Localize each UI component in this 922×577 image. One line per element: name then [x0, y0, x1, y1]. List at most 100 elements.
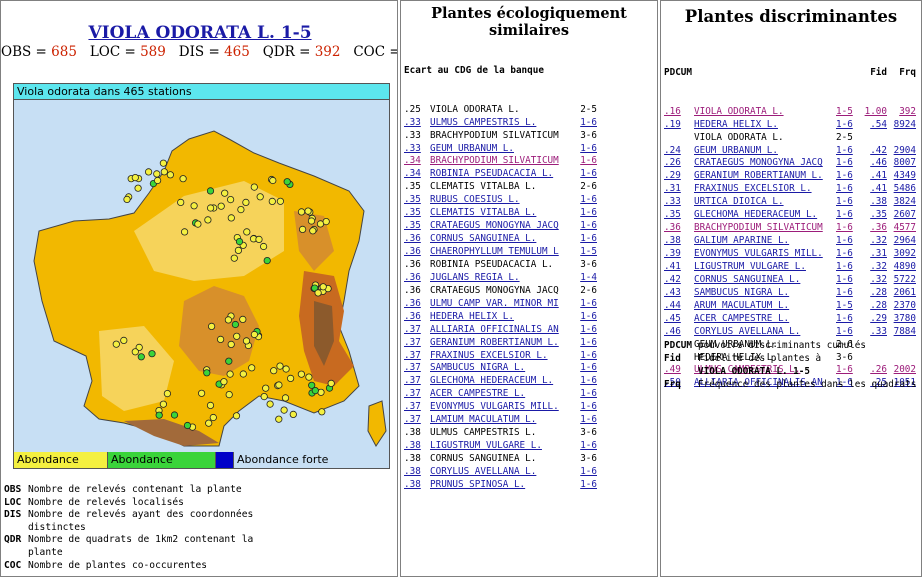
station-dot — [298, 225, 307, 233]
discriminant-row[interactable]: .43 SAMBUCUS NIGRA L. 1-6 .28 2061 — [664, 287, 916, 300]
similar-distance: .36 — [404, 310, 421, 322]
similar-row[interactable]: .35 RUBUS COESIUS L. 1-6 — [404, 194, 597, 207]
station-dot — [268, 197, 276, 206]
station-dot — [256, 193, 264, 201]
discriminant-row[interactable]: .39 EVONYMUS VULGARIS MILL. 1-6 .31 3092 — [664, 248, 916, 261]
discriminant-row[interactable]: .44 ARUM MACULATUM L. 1-5 .28 2370 — [664, 300, 916, 313]
similar-plant-name[interactable]: ALLIARIA OFFICINALIS AN — [430, 324, 575, 337]
similar-row[interactable]: .36 ULMU CAMP VAR. MINOR MI 1-6 — [404, 298, 597, 311]
discriminant-plant-name[interactable]: GEUM URBANUM L. — [694, 145, 836, 158]
similar-plant-name[interactable]: LAMIUM MACULATUM L. — [430, 414, 575, 427]
similar-row[interactable]: .37 GERANIUM ROBERTIANUM L. 1-6 — [404, 337, 597, 350]
similar-plant-name[interactable]: CORNUS SANGUINEA L. — [430, 233, 575, 246]
similar-plant-name[interactable]: FRAXINUS EXCELSIOR L. — [430, 350, 575, 363]
discriminant-plant-name[interactable]: HEDERA HELIX L. — [694, 119, 836, 132]
similar-plant-name[interactable]: ULMUS CAMPESTRIS L. — [430, 117, 575, 130]
similar-plant-name[interactable]: CRATAEGUS MONOGYNA JACQ — [430, 220, 575, 233]
note-text: Fréquence des plantes dans les quadrats — [698, 378, 917, 390]
similar-plant-name: ULMUS CAMPESTRIS L. — [430, 427, 537, 439]
discriminant-plant-name[interactable]: EVONYMUS VULGARIS MILL. — [694, 248, 836, 261]
similar-plant-name[interactable]: ROBINIA PSEUDACACIA L. — [430, 168, 575, 181]
discriminant-plant-name[interactable]: CORNUS SANGUINEA L. — [694, 274, 836, 287]
species-title-link[interactable]: VIOLA ODORATA L. 1-5 — [1, 23, 397, 43]
discriminant-row[interactable]: .16 VIOLA ODORATA L. 1-5 1.00 392 — [664, 106, 916, 119]
similar-row[interactable]: .37 GLECHOMA HEDERACEUM L. 1-6 — [404, 375, 597, 388]
discriminant-row[interactable]: .31 FRAXINUS EXCELSIOR L. 1-6 .41 5486 — [664, 183, 916, 196]
discriminant-plant-name[interactable]: VIOLA ODORATA L. — [694, 106, 836, 119]
similar-row[interactable]: .36 JUGLANS REGIA L. 1-4 — [404, 272, 597, 285]
similar-row[interactable]: .34 BRACHYPODIUM SILVATICUM 1-6 — [404, 155, 597, 168]
similar-plant-name[interactable]: PRUNUS SPINOSA L. — [430, 479, 575, 492]
similar-row[interactable]: .35 CLEMATIS VITALBA L. 1-6 — [404, 207, 597, 220]
discriminant-row[interactable]: .24 GEUM URBANUM L. 1-6 .42 2904 — [664, 145, 916, 158]
discriminant-row[interactable]: .33 URTICA DIOICA L. 1-6 .38 3824 — [664, 196, 916, 209]
discriminant-plant-name[interactable]: URTICA DIOICA L. — [694, 196, 836, 209]
similar-row[interactable]: .33 ULMUS CAMPESTRIS L. 1-6 — [404, 117, 597, 130]
discriminant-row[interactable]: .36 BRACHYPODIUM SILVATICUM 1-6 .36 4577 — [664, 222, 916, 235]
similar-plant-name[interactable]: GERANIUM ROBERTIANUM L. — [430, 337, 575, 350]
discriminant-plant-name[interactable]: BRACHYPODIUM SILVATICUM — [694, 222, 836, 235]
discriminant-plant-name[interactable]: SAMBUCUS NIGRA L. — [694, 287, 836, 300]
similar-plant-name[interactable]: LIGUSTRUM VULGARE L. — [430, 440, 575, 453]
discriminant-row[interactable]: .29 GERANIUM ROBERTIANUM L. 1-6 .41 4349 — [664, 170, 916, 183]
similar-plant-name[interactable]: GEUM URBANUM L. — [430, 143, 575, 156]
similar-row[interactable]: .35 CRATAEGUS MONOGYNA JACQ 1-6 — [404, 220, 597, 233]
similar-row[interactable]: .37 FRAXINUS EXCELSIOR L. 1-6 — [404, 350, 597, 363]
similar-distance: .34 — [404, 168, 421, 180]
discriminant-row[interactable]: .35 GLECHOMA HEDERACEUM L. 1-6 .35 2607 — [664, 209, 916, 222]
similar-plant-name[interactable]: EVONYMUS VULGARIS MILL. — [430, 401, 575, 414]
discriminant-plant-name[interactable]: GALIUM APARINE L. — [694, 235, 836, 248]
similar-row[interactable]: .33 GEUM URBANUM L. 1-6 — [404, 143, 597, 156]
similar-plant-name[interactable]: CLEMATIS VITALBA L. — [430, 207, 575, 220]
discriminant-row[interactable]: .42 CORNUS SANGUINEA L. 1-6 .32 5722 — [664, 274, 916, 287]
discriminant-plant-name[interactable]: LIGUSTRUM VULGARE L. — [694, 261, 836, 274]
discriminant-row[interactable]: .38 GALIUM APARINE L. 1-6 .32 2964 — [664, 235, 916, 248]
similar-plant-name[interactable]: CORYLUS AVELLANA L. — [430, 466, 575, 479]
similar-plant-name[interactable]: BRACHYPODIUM SILVATICUM — [430, 155, 575, 168]
corsica-ish — [367, 400, 387, 447]
similar-plant-name[interactable]: ACER CAMPESTRE L. — [430, 388, 575, 401]
discriminant-plant-name[interactable]: ARUM MACULATUM L. — [694, 300, 836, 313]
station-dot — [145, 168, 153, 176]
similar-plant-name[interactable]: ULMU CAMP VAR. MINOR MI — [430, 298, 575, 311]
similar-plant-name[interactable]: RUBUS COESIUS L. — [430, 194, 575, 207]
discriminant-row[interactable]: .45 ACER CAMPESTRE L. 1-6 .29 3780 — [664, 313, 916, 326]
station-dot — [148, 350, 156, 358]
similar-plant-name[interactable]: JUGLANS REGIA L. — [430, 272, 575, 285]
similar-row[interactable]: .38 CORYLUS AVELLANA L. 1-6 — [404, 466, 597, 479]
similar-plant-name[interactable]: HEDERA HELIX L. — [430, 311, 575, 324]
discriminant-plant-name[interactable]: ACER CAMPESTRE L. — [694, 313, 836, 326]
similar-plant-name[interactable]: SAMBUCUS NIGRA L. — [430, 362, 575, 375]
discriminant-row[interactable]: .46 CORYLUS AVELLANA L. 1-6 .33 7884 — [664, 326, 916, 339]
discriminant-plant-name[interactable]: GERANIUM ROBERTIANUM L. — [694, 170, 836, 183]
discriminant-row[interactable]: .26 CRATAEGUS MONOGYNA JACQ 1-6 .46 8007 — [664, 157, 916, 170]
similar-row[interactable]: .34 ROBINIA PSEUDACACIA L. 1-6 — [404, 168, 597, 181]
discriminant-plant-name[interactable]: FRAXINUS EXCELSIOR L. — [694, 183, 836, 196]
discriminant-plant-name[interactable]: CRATAEGUS MONOGYNA JACQ — [694, 157, 836, 170]
similar-row[interactable]: .36 HEDERA HELIX L. 1-6 — [404, 311, 597, 324]
similar-plant-name[interactable]: GLECHOMA HEDERACEUM L. — [430, 375, 575, 388]
similar-row[interactable]: .36 CORNUS SANGUINEA L. 1-6 — [404, 233, 597, 246]
discriminant-plant-name[interactable]: CORYLUS AVELLANA L. — [694, 326, 836, 339]
similar-row[interactable]: .37 ALLIARIA OFFICINALIS AN 1-6 — [404, 324, 597, 337]
discriminant-row[interactable]: .19 HEDERA HELIX L. 1-6 .54 8924 — [664, 119, 916, 132]
similar-row[interactable]: .36 CHAEROPHYLLUM TEMULUM L 1-5 — [404, 246, 597, 259]
definition-row: DIS Nombre de relevés ayant des coordonné… — [4, 509, 278, 534]
discriminant-range: 1-6 — [836, 118, 853, 130]
station-dot — [250, 330, 258, 339]
discriminant-fid: .32 — [870, 235, 887, 247]
similar-row[interactable]: .37 EVONYMUS VULGARIS MILL. 1-6 — [404, 401, 597, 414]
stat-key: QDR — [262, 44, 295, 60]
discriminant-frq: 5486 — [893, 183, 916, 195]
discriminant-plant-name[interactable]: GLECHOMA HEDERACEUM L. — [694, 209, 836, 222]
similar-row[interactable]: .37 SAMBUCUS NIGRA L. 1-6 — [404, 362, 597, 375]
similar-row[interactable]: .37 LAMIUM MACULATUM L. 1-6 — [404, 414, 597, 427]
discriminant-range: 1-6 — [836, 222, 853, 234]
similar-plant-name[interactable]: CHAEROPHYLLUM TEMULUM L — [430, 246, 575, 259]
similar-row[interactable]: .38 LIGUSTRUM VULGARE L. 1-6 — [404, 440, 597, 453]
similar-row: .36 ROBINIA PSEUDACACIA L. 3-6 — [404, 259, 597, 272]
similar-row: .36 CRATAEGUS MONOGYNA JACQ 2-6 — [404, 285, 597, 298]
similar-row[interactable]: .37 ACER CAMPESTRE L. 1-6 — [404, 388, 597, 401]
discriminant-row[interactable]: .41 LIGUSTRUM VULGARE L. 1-6 .32 4890 — [664, 261, 916, 274]
similar-row[interactable]: .38 PRUNUS SPINOSA L. 1-6 — [404, 479, 597, 492]
